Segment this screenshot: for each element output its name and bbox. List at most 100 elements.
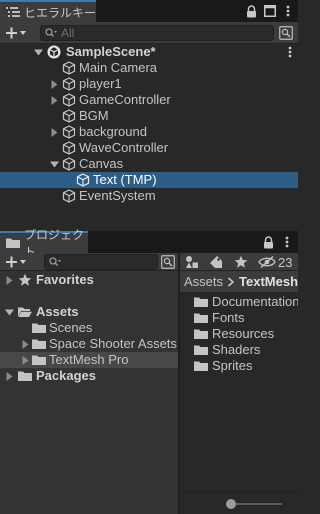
lock-icon[interactable] bbox=[245, 4, 258, 18]
expand-arrow-icon[interactable] bbox=[5, 308, 14, 317]
hierarchy-item-label: GameController bbox=[79, 92, 171, 107]
hierarchy-item-background[interactable]: background bbox=[0, 124, 298, 140]
collapse-arrow-icon[interactable] bbox=[50, 80, 59, 89]
zoom-slider-handle[interactable] bbox=[226, 499, 236, 509]
hierarchy-item-text-tmp[interactable]: Text (TMP) bbox=[0, 172, 298, 188]
folder-item[interactable]: Shaders bbox=[180, 342, 298, 358]
hierarchy-toolbar: All bbox=[0, 22, 298, 44]
assets-label: Assets bbox=[36, 304, 79, 319]
expand-arrow-icon[interactable] bbox=[50, 160, 59, 169]
hierarchy-item-bgm[interactable]: BGM bbox=[0, 108, 298, 124]
kebab-menu-icon[interactable] bbox=[281, 5, 294, 18]
folder-icon bbox=[32, 321, 46, 335]
hierarchy-item-label: player1 bbox=[79, 76, 122, 91]
collapse-arrow-icon[interactable] bbox=[50, 128, 59, 137]
visibility-toggle[interactable]: 23 bbox=[258, 254, 292, 270]
breadcrumb-assets[interactable]: Assets bbox=[184, 274, 223, 289]
scene-kebab-menu-icon[interactable] bbox=[288, 46, 292, 58]
lock-icon[interactable] bbox=[262, 235, 275, 249]
packages-label: Packages bbox=[36, 368, 96, 383]
scene-row[interactable]: SampleScene* bbox=[0, 44, 298, 60]
collapse-arrow-icon[interactable] bbox=[5, 372, 14, 381]
project-tab-bar: プロジェクト bbox=[0, 228, 298, 259]
hidden-packages-count: 23 bbox=[278, 254, 293, 270]
zoom-slider-track[interactable] bbox=[230, 503, 282, 505]
folder-icon bbox=[32, 353, 46, 367]
folder-label: Sprites bbox=[212, 358, 253, 373]
hierarchy-search-input[interactable]: All bbox=[40, 25, 274, 41]
folder-textmesh-pro-row[interactable]: TextMesh Pro bbox=[0, 352, 178, 368]
filter-by-type-icon[interactable] bbox=[184, 254, 200, 270]
star-icon bbox=[18, 273, 32, 287]
tag-icon[interactable] bbox=[208, 254, 224, 270]
hierarchy-item-main-camera[interactable]: Main Camera bbox=[0, 60, 298, 76]
breadcrumb-current[interactable]: TextMesh Pro bbox=[239, 274, 298, 289]
hierarchy-tab-title: ヒエラルキー bbox=[24, 5, 97, 20]
favorites-row[interactable]: Favorites bbox=[0, 272, 178, 288]
scene-name: SampleScene* bbox=[66, 44, 156, 59]
folder-label: Resources bbox=[212, 326, 275, 341]
add-button[interactable] bbox=[0, 253, 32, 271]
folder-icon bbox=[194, 295, 208, 309]
search-by-type-button[interactable] bbox=[160, 254, 176, 270]
folder-icon bbox=[18, 369, 32, 383]
search-placeholder: All bbox=[61, 26, 75, 40]
hierarchy-item-canvas[interactable]: Canvas bbox=[0, 156, 298, 172]
folder-label: Documentation bbox=[212, 294, 298, 309]
project-folder-contents: Assets TextMesh Pro Documentation Fonts … bbox=[180, 271, 298, 514]
folder-space-shooter-row[interactable]: Space Shooter Assets bbox=[0, 336, 178, 352]
hierarchy-tab[interactable]: ヒエラルキー bbox=[0, 0, 96, 22]
folder-item[interactable]: Fonts bbox=[180, 310, 298, 326]
project-tab[interactable]: プロジェクト bbox=[0, 228, 88, 259]
project-folder-tree: Favorites Assets Scenes Space Shooter As… bbox=[0, 271, 178, 514]
search-by-type-button[interactable] bbox=[278, 25, 294, 41]
search-icon bbox=[49, 257, 61, 267]
folder-icon bbox=[194, 311, 208, 325]
folder-label: Scenes bbox=[49, 320, 93, 335]
gameobject-cube-icon bbox=[76, 173, 90, 187]
collapse-arrow-icon[interactable] bbox=[21, 356, 30, 365]
hierarchy-item-player1[interactable]: player1 bbox=[0, 76, 298, 92]
unity-logo-icon bbox=[47, 45, 61, 59]
star-icon[interactable] bbox=[233, 254, 249, 270]
maximize-icon[interactable] bbox=[263, 5, 276, 18]
add-button[interactable] bbox=[0, 24, 32, 42]
folder-open-icon bbox=[18, 305, 32, 319]
folder-label: Fonts bbox=[212, 310, 245, 325]
gameobject-cube-icon bbox=[62, 109, 76, 123]
gameobject-cube-icon bbox=[62, 77, 76, 91]
gameobject-cube-icon bbox=[62, 125, 76, 139]
hierarchy-item-gamecontroller[interactable]: GameController bbox=[0, 92, 298, 108]
folder-item[interactable]: Documentation bbox=[180, 294, 298, 310]
search-icon bbox=[45, 28, 57, 38]
hierarchy-item-label: Main Camera bbox=[79, 60, 158, 75]
folder-scenes-row[interactable]: Scenes bbox=[0, 320, 178, 336]
expand-arrow-icon[interactable] bbox=[34, 48, 43, 57]
project-toolbar: 23 bbox=[0, 253, 298, 271]
gameobject-cube-icon bbox=[62, 61, 76, 75]
folder-icon bbox=[194, 327, 208, 341]
chevron-right-icon bbox=[226, 276, 236, 287]
hierarchy-item-eventsystem[interactable]: EventSystem bbox=[0, 188, 298, 204]
gameobject-cube-icon bbox=[62, 141, 76, 155]
collapse-arrow-icon[interactable] bbox=[21, 340, 30, 349]
gameobject-cube-icon bbox=[62, 157, 76, 171]
zoom-bar bbox=[180, 492, 298, 514]
assets-row[interactable]: Assets bbox=[0, 304, 178, 320]
hierarchy-item-label: Text (TMP) bbox=[93, 172, 157, 187]
visibility-icon bbox=[258, 255, 276, 269]
hierarchy-tree: SampleScene* Main Camera player1 GameCon… bbox=[0, 44, 298, 230]
kebab-menu-icon[interactable] bbox=[280, 236, 293, 249]
collapse-arrow-icon[interactable] bbox=[50, 96, 59, 105]
folder-item[interactable]: Sprites bbox=[180, 358, 298, 374]
project-search-input[interactable] bbox=[44, 254, 158, 270]
hierarchy-item-wavecontroller[interactable]: WaveController bbox=[0, 140, 298, 156]
collapse-arrow-icon[interactable] bbox=[5, 276, 14, 285]
hierarchy-window-controls bbox=[245, 3, 294, 19]
folder-item[interactable]: Resources bbox=[180, 326, 298, 342]
packages-row[interactable]: Packages bbox=[0, 368, 178, 384]
hierarchy-tab-bar: ヒエラルキー bbox=[0, 0, 298, 22]
hierarchy-item-label: WaveController bbox=[79, 140, 169, 155]
breadcrumb: Assets TextMesh Pro bbox=[180, 271, 298, 293]
folder-label: Space Shooter Assets bbox=[49, 336, 177, 351]
